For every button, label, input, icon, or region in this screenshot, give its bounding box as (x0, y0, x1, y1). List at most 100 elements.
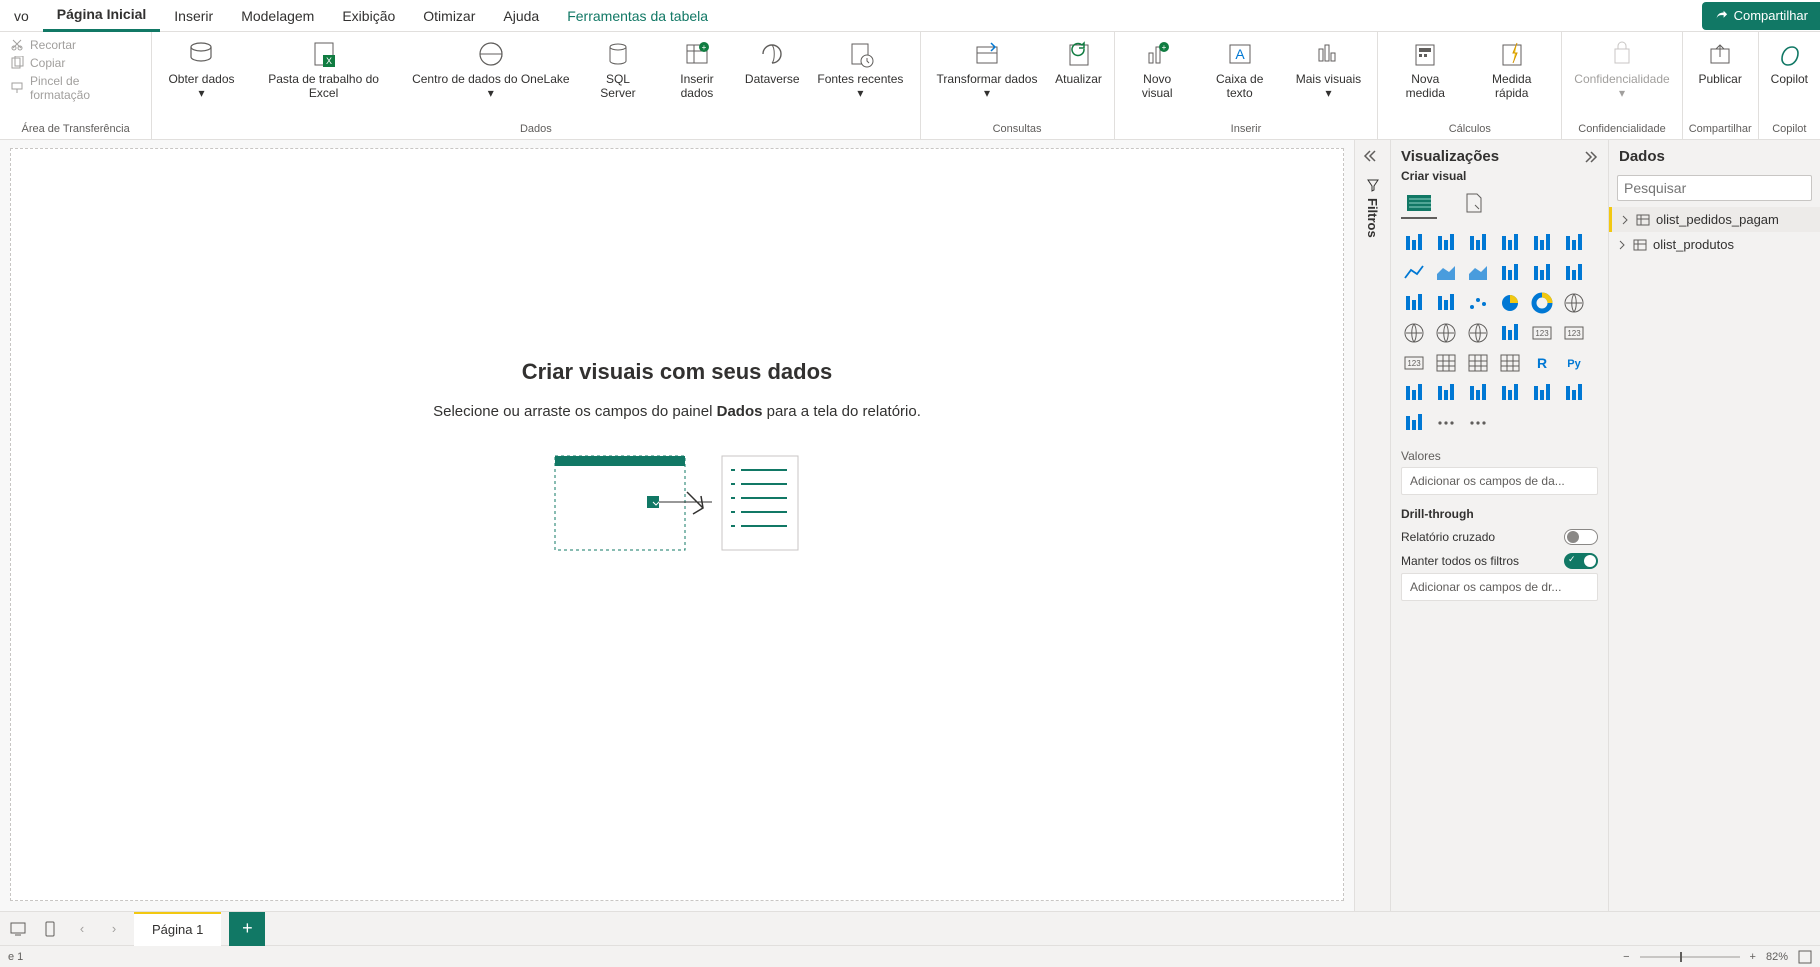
drillthrough-dropzone[interactable]: Adicionar os campos de dr... (1401, 573, 1598, 601)
zoom-slider[interactable] (1640, 956, 1740, 958)
viz-collapse-button[interactable] (1582, 149, 1598, 165)
enter-data-button[interactable]: +Inserir dados (657, 34, 738, 104)
quick-measure-button[interactable]: Medida rápida (1468, 34, 1555, 104)
values-dropzone[interactable]: Adicionar os campos de da... (1401, 467, 1598, 495)
viz-format-tab[interactable] (1455, 189, 1491, 219)
cut-button[interactable]: Recortar (10, 38, 76, 52)
canvas-area[interactable]: Criar visuais com seus dados Selecione o… (0, 140, 1354, 911)
transform-data-button[interactable]: Transformar dados ▾ (927, 34, 1048, 104)
fit-to-page-button[interactable] (1798, 950, 1812, 964)
viz-gauge[interactable] (1497, 321, 1523, 345)
table-olist_produtos[interactable]: olist_produtos (1609, 232, 1820, 257)
filters-label[interactable]: Filtros (1365, 178, 1380, 238)
viz-donut[interactable] (1529, 291, 1555, 315)
viz-waterfall[interactable] (1401, 291, 1427, 315)
page-next-button[interactable]: › (102, 917, 126, 941)
viz-clustered-column[interactable] (1497, 231, 1523, 255)
publish-button[interactable]: Publicar (1692, 34, 1747, 90)
viz-map[interactable] (1401, 321, 1427, 345)
copilot-button[interactable]: Copilot (1765, 34, 1814, 90)
report-canvas[interactable]: Criar visuais com seus dados Selecione o… (10, 148, 1344, 901)
viz-clustered-bar[interactable] (1465, 231, 1491, 255)
mobile-layout-button[interactable] (38, 917, 62, 941)
viz-r-visual[interactable]: R (1529, 351, 1555, 375)
viz-stacked-bar[interactable] (1401, 231, 1427, 255)
viz-py-visual[interactable]: Py (1561, 351, 1587, 375)
viz-table[interactable] (1465, 351, 1491, 375)
viz-paginated[interactable] (1529, 381, 1555, 405)
filled-map-icon (1435, 322, 1457, 344)
format-painter-button[interactable]: Pincel de formatação (10, 74, 141, 102)
viz-matrix[interactable] (1497, 351, 1523, 375)
cross-report-toggle[interactable] (1564, 529, 1598, 545)
onelake-button[interactable]: Centro de dados do OneLake ▾ (402, 34, 579, 104)
viz-filled-map[interactable] (1433, 321, 1459, 345)
viz-power-automate[interactable] (1401, 411, 1427, 435)
viz-multi-row-card[interactable]: 123 (1561, 321, 1587, 345)
refresh-button[interactable]: Atualizar (1049, 34, 1107, 90)
tab-table-tools[interactable]: Ferramentas da tabela (553, 0, 722, 32)
viz-azure-map[interactable] (1465, 321, 1491, 345)
more-visuals-button[interactable]: Mais visuais ▾ (1286, 34, 1372, 104)
sql-button[interactable]: SQL Server (581, 34, 654, 104)
viz-kpi[interactable]: 123 (1401, 351, 1427, 375)
viz-line-clustered-column[interactable] (1529, 261, 1555, 285)
viz-build-tab[interactable] (1401, 189, 1437, 219)
svg-text:X: X (326, 56, 332, 66)
viz-treemap[interactable] (1561, 291, 1587, 315)
viz-pie[interactable] (1497, 291, 1523, 315)
share-button[interactable]: Compartilhar (1702, 2, 1820, 30)
desktop-layout-button[interactable] (6, 917, 30, 941)
get-data-button[interactable]: Obter dados ▾ (158, 34, 245, 104)
tab-insert[interactable]: Inserir (160, 0, 227, 32)
tab-optimize[interactable]: Otimizar (409, 0, 489, 32)
viz-line-stacked-column[interactable] (1497, 261, 1523, 285)
tab-home[interactable]: Página Inicial (43, 0, 160, 32)
group-calcs-label: Cálculos (1449, 123, 1491, 137)
viz-more-visuals[interactable] (1433, 411, 1459, 435)
viz-qa[interactable] (1465, 381, 1491, 405)
text-box-button[interactable]: ACaixa de texto (1196, 34, 1284, 104)
viz-ribbon[interactable] (1561, 261, 1587, 285)
add-page-button[interactable]: + (229, 912, 265, 946)
viz-key-influencers[interactable] (1401, 381, 1427, 405)
excel-button[interactable]: XPasta de trabalho do Excel (247, 34, 401, 104)
tab-modeling[interactable]: Modelagem (227, 0, 328, 32)
page-tab-1[interactable]: Página 1 (134, 912, 221, 946)
viz-slicer[interactable] (1433, 351, 1459, 375)
viz-smart-narrative[interactable] (1497, 381, 1523, 405)
new-measure-button[interactable]: Nova medida (1384, 34, 1466, 104)
filters-expand-button[interactable] (1361, 148, 1385, 172)
viz-100-stacked-bar[interactable] (1529, 231, 1555, 255)
fields-search[interactable] (1617, 175, 1812, 201)
viz-power-apps[interactable] (1561, 381, 1587, 405)
dataverse-button[interactable]: Dataverse (739, 34, 805, 90)
viz-card[interactable]: 123 (1529, 321, 1555, 345)
tab-help[interactable]: Ajuda (489, 0, 553, 32)
viz-area[interactable] (1433, 261, 1459, 285)
viz-stacked-area[interactable] (1465, 261, 1491, 285)
viz-stacked-column[interactable] (1433, 231, 1459, 255)
fields-search-input[interactable] (1624, 180, 1805, 196)
viz-ellipsis[interactable] (1465, 411, 1491, 435)
tab-file-partial[interactable]: vo (0, 0, 43, 32)
viz-100-stacked-column[interactable] (1561, 231, 1587, 255)
recent-sources-button[interactable]: Fontes recentes ▾ (807, 34, 913, 104)
zoom-out-button[interactable]: − (1623, 951, 1629, 963)
tab-view[interactable]: Exibição (328, 0, 409, 32)
table-olist_pedidos_pagam[interactable]: olist_pedidos_pagam (1609, 207, 1820, 232)
power-automate-icon (1403, 412, 1425, 434)
waterfall-icon (1403, 292, 1425, 314)
viz-line[interactable] (1401, 261, 1427, 285)
page-prev-button[interactable]: ‹ (70, 917, 94, 941)
viz-decomposition-tree[interactable] (1433, 381, 1459, 405)
viz-funnel[interactable] (1433, 291, 1459, 315)
copilot-icon (1774, 39, 1804, 69)
viz-scatter[interactable] (1465, 291, 1491, 315)
keep-filters-toggle[interactable] (1564, 553, 1598, 569)
zoom-in-button[interactable]: + (1750, 951, 1756, 963)
format-visual-icon (1461, 191, 1485, 215)
new-visual-button[interactable]: +Novo visual (1121, 34, 1194, 104)
dataverse-icon (757, 39, 787, 69)
copy-button[interactable]: Copiar (10, 56, 65, 70)
